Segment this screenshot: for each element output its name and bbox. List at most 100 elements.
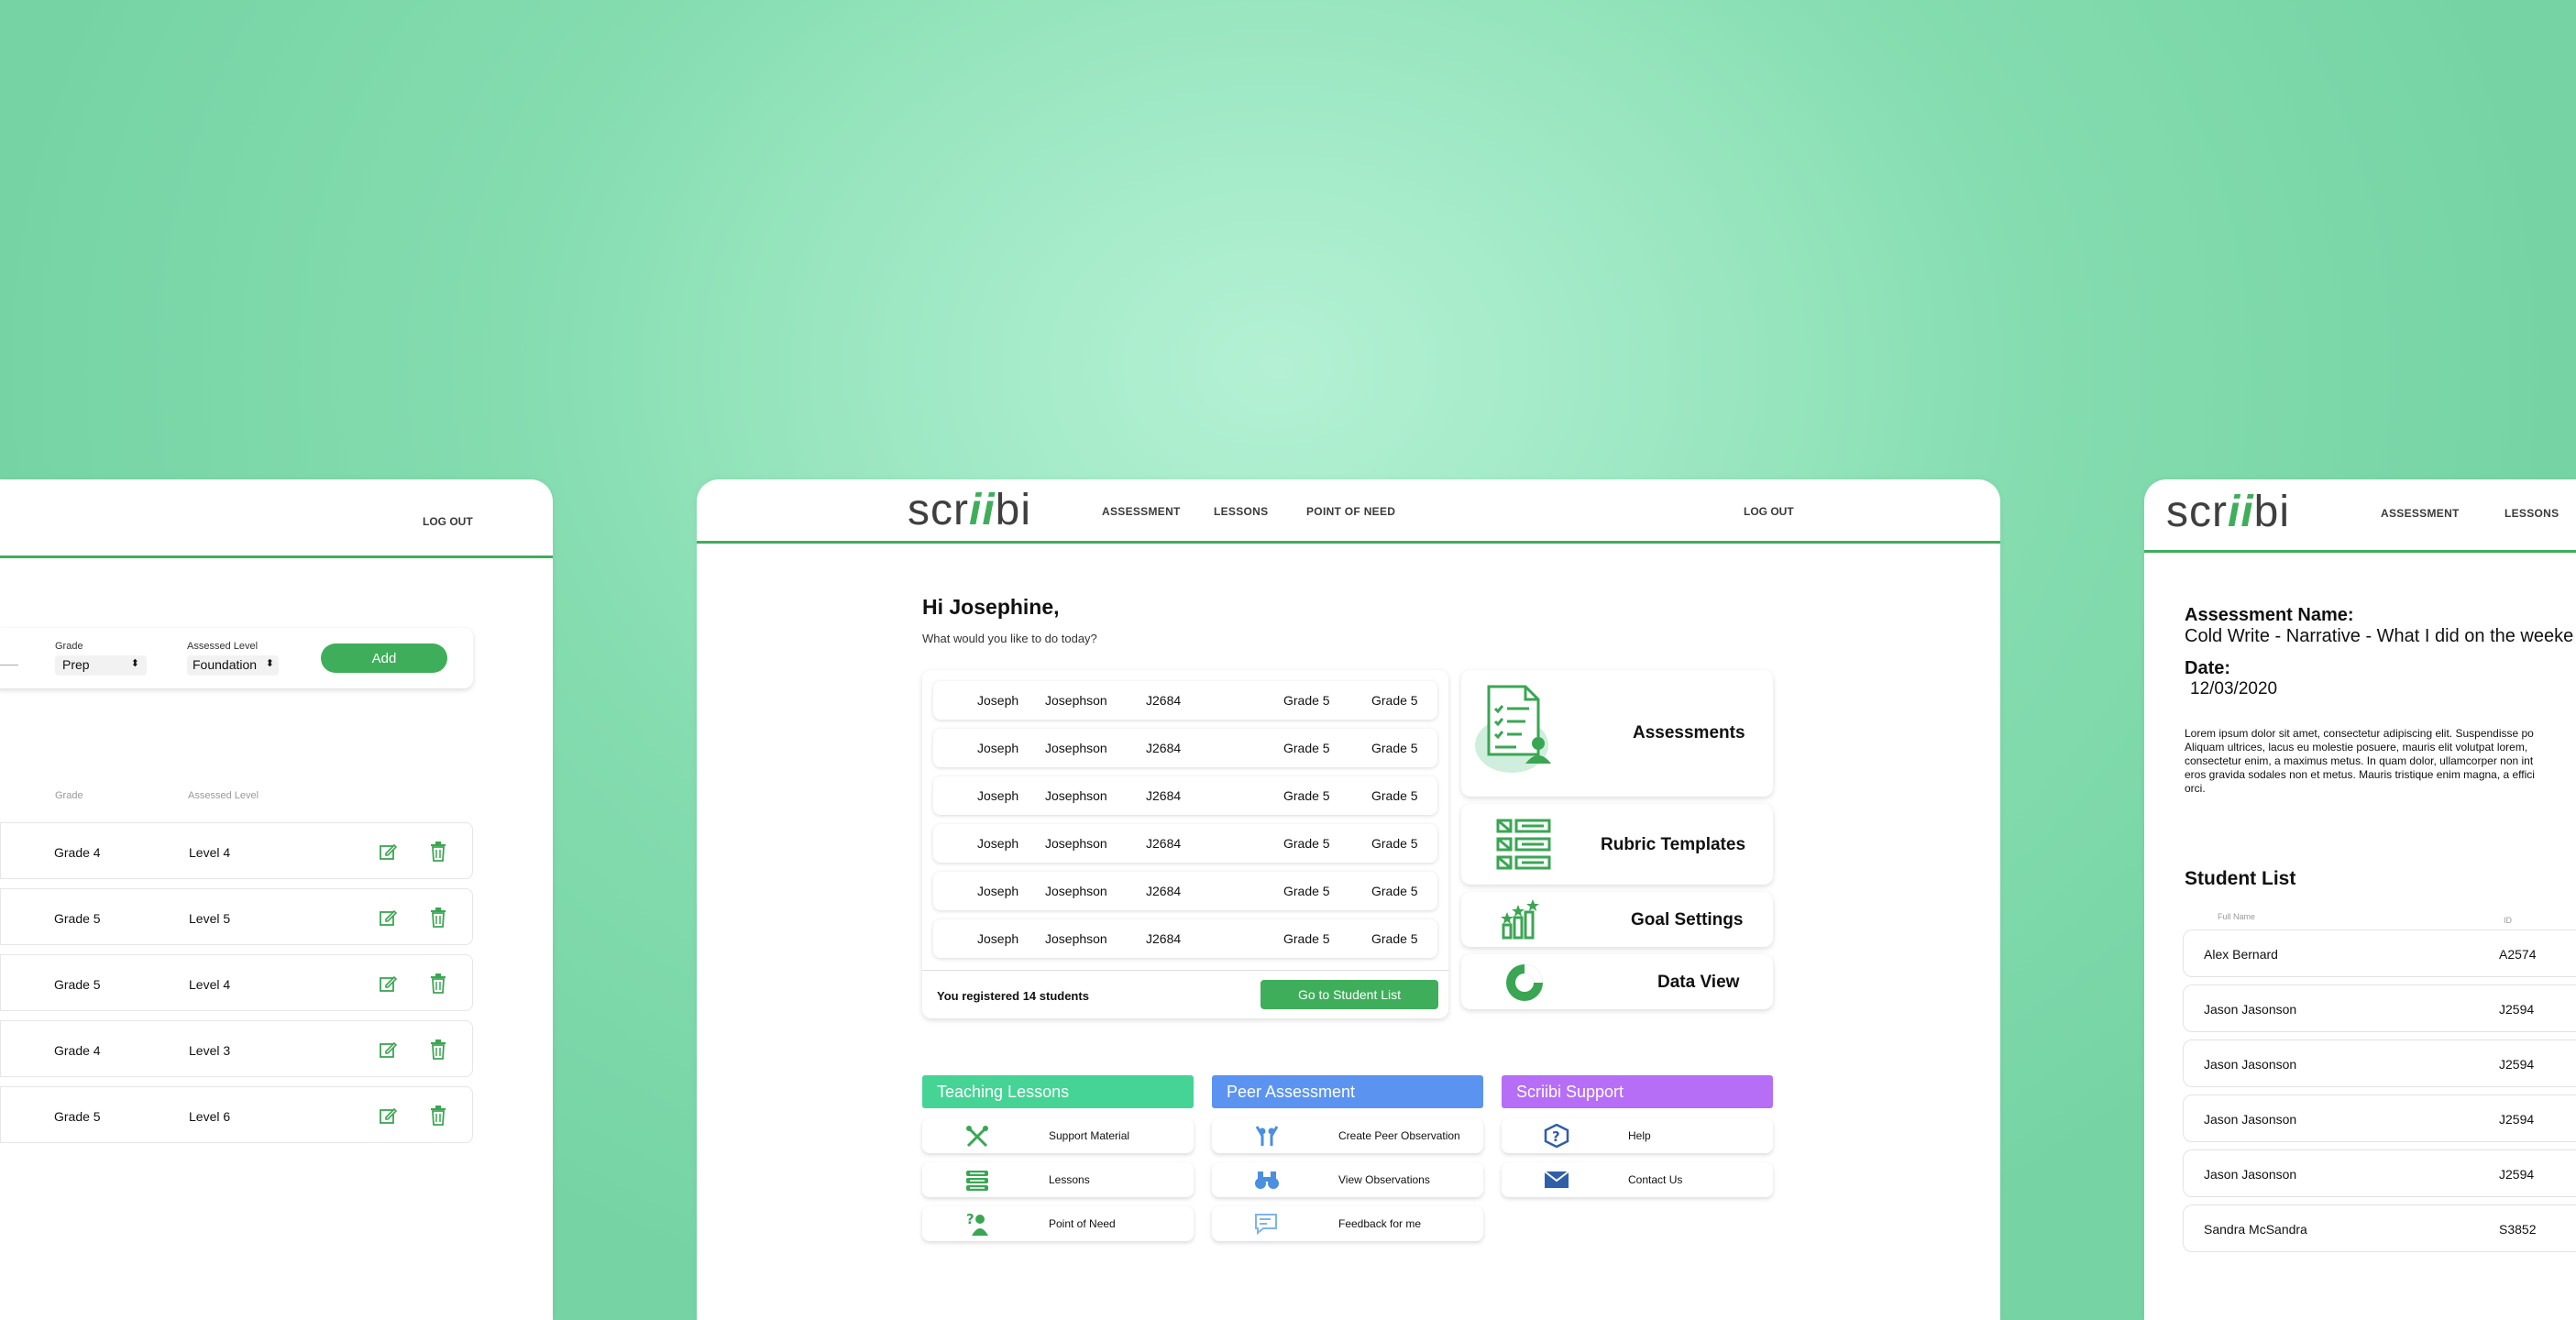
level-select[interactable]: Foundation ⬍ <box>187 655 279 676</box>
assessment-name-value: Cold Write - Narrative - What I did on t… <box>2185 626 2574 646</box>
help-item[interactable]: ? Help <box>1502 1118 1773 1153</box>
student-first: Joseph <box>977 884 1019 898</box>
tools-icon <box>966 1126 988 1148</box>
student-last: Josephson <box>1045 836 1107 851</box>
student-row[interactable]: Jason Jasonson J2594 <box>2183 1150 2576 1197</box>
student-first: Joseph <box>977 931 1019 946</box>
student-last: Josephson <box>1045 884 1107 898</box>
student-row[interactable]: Joseph Josephson J2684 Grade 5 Grade 5 <box>933 729 1437 767</box>
create-peer-observation-item[interactable]: Create Peer Observation <box>1212 1118 1483 1153</box>
feedback-for-me-item[interactable]: Feedback for me <box>1212 1206 1483 1241</box>
student-grade: Grade 5 <box>1283 836 1330 851</box>
edit-icon[interactable] <box>379 1106 397 1125</box>
view-observations-item[interactable]: View Observations <box>1212 1162 1483 1197</box>
student-row[interactable]: Jason Jasonson J2594 <box>2183 984 2576 1032</box>
row-level: Level 4 <box>189 845 231 860</box>
books-icon <box>966 1171 988 1191</box>
lessons-item[interactable]: Lessons <box>922 1162 1194 1197</box>
left-window: LOG OUT Grade Prep ⬍ Assessed Level Foun… <box>0 479 553 1320</box>
student-grade: Grade 5 <box>1283 741 1330 755</box>
student-id: J2594 <box>2499 1112 2535 1127</box>
support-material-item[interactable]: Support Material <box>922 1118 1194 1153</box>
row-grade: Grade 5 <box>54 1109 101 1124</box>
row-level: Level 6 <box>189 1109 231 1124</box>
grade-column-header: Grade <box>55 790 83 801</box>
add-button[interactable]: Add <box>321 644 447 673</box>
student-last: Josephson <box>1045 788 1107 803</box>
delete-trash-icon[interactable] <box>430 974 446 994</box>
assessments-tile[interactable]: Assessments <box>1461 670 1773 797</box>
student-id: J2594 <box>2499 1167 2535 1182</box>
table-row: Grade 5 Level 5 <box>0 888 473 945</box>
goal-settings-label: Goal Settings <box>1631 910 1744 930</box>
description-line: orci. <box>2185 782 2206 795</box>
contact-us-item[interactable]: Contact Us <box>1502 1162 1773 1197</box>
edit-icon[interactable] <box>379 1040 397 1059</box>
student-grade: Grade 5 <box>1283 788 1330 803</box>
point-of-need-item[interactable]: ? Point of Need <box>922 1206 1194 1241</box>
nav-lessons[interactable]: LESSONS <box>1214 505 1268 518</box>
edit-icon[interactable] <box>379 842 397 861</box>
assessment-name-label: Assessment Name: <box>2185 605 2354 625</box>
delete-trash-icon[interactable] <box>430 1040 446 1060</box>
goal-settings-tile[interactable]: Goal Settings <box>1461 892 1773 947</box>
add-student-form: Grade Prep ⬍ Assessed Level Foundation ⬍… <box>0 628 473 688</box>
nav-point-of-need[interactable]: POINT OF NEED <box>1306 505 1395 518</box>
rubric-grid-icon <box>1496 819 1551 870</box>
dashboard-topbar: scriibi ASSESSMENT LESSONS POINT OF NEED… <box>697 479 2000 544</box>
divider <box>922 970 1448 971</box>
data-view-tile[interactable]: Data View <box>1461 954 1773 1009</box>
data-view-label: Data View <box>1657 973 1740 992</box>
student-row[interactable]: Jason Jasonson J2594 <box>2183 1040 2576 1087</box>
student-grade: Grade 5 <box>1283 931 1330 946</box>
edit-icon[interactable] <box>379 974 397 993</box>
student-row[interactable]: Joseph Josephson J2684 Grade 5 Grade 5 <box>933 872 1437 910</box>
date-label: Date: <box>2185 658 2231 678</box>
student-row[interactable]: Joseph Josephson J2684 Grade 5 Grade 5 <box>933 824 1437 863</box>
row-level: Level 5 <box>189 911 231 926</box>
student-row[interactable]: Joseph Josephson J2684 Grade 5 Grade 5 <box>933 919 1437 958</box>
student-id: J2684 <box>1146 931 1182 946</box>
row-grade: Grade 4 <box>54 1043 101 1058</box>
edit-icon[interactable] <box>379 908 397 927</box>
nav-lessons[interactable]: LESSONS <box>2504 507 2559 520</box>
student-first: Joseph <box>977 836 1019 851</box>
table-row: Grade 4 Level 3 <box>0 1020 473 1077</box>
level-column-header: Assessed Level <box>188 790 259 801</box>
right-topbar: scriibi ASSESSMENT LESSONS <box>2144 479 2576 553</box>
student-last: Josephson <box>1045 693 1107 708</box>
description-line: consectetur enim, a maximus metus. In qu… <box>2185 754 2534 767</box>
rubric-templates-tile[interactable]: Rubric Templates <box>1461 804 1773 885</box>
table-row: Grade 5 Level 6 <box>0 1086 473 1143</box>
nav-assessment[interactable]: ASSESSMENT <box>1102 505 1181 518</box>
student-id: S3852 <box>2499 1222 2537 1237</box>
delete-trash-icon[interactable] <box>430 842 446 862</box>
pie-chart-icon <box>1506 964 1543 1001</box>
student-row[interactable]: Joseph Josephson J2684 Grade 5 Grade 5 <box>933 681 1437 720</box>
student-id: J2594 <box>2499 1057 2535 1072</box>
nav-assessment[interactable]: ASSESSMENT <box>2381 507 2460 520</box>
grade-label: Grade <box>55 641 83 652</box>
student-id: J2684 <box>1146 836 1182 851</box>
go-to-student-list-button[interactable]: Go to Student List <box>1260 980 1438 1009</box>
delete-trash-icon[interactable] <box>430 1106 446 1126</box>
student-level: Grade 5 <box>1371 788 1418 803</box>
delete-trash-icon[interactable] <box>430 908 446 928</box>
student-row[interactable]: Alex Bernard A2574 <box>2183 930 2576 977</box>
student-row[interactable]: Sandra McSandra S3852 <box>2183 1204 2576 1252</box>
logout-link[interactable]: LOG OUT <box>423 515 473 528</box>
student-level: Grade 5 <box>1371 836 1418 851</box>
student-id: J2684 <box>1146 884 1182 898</box>
description-line: eros gravida sodales non et metus. Mauri… <box>2185 768 2535 781</box>
student-first: Joseph <box>977 741 1019 755</box>
scriibi-logo[interactable]: scriibi <box>908 485 1031 535</box>
student-row[interactable]: Joseph Josephson J2684 Grade 5 Grade 5 <box>933 776 1437 815</box>
rubric-templates-label: Rubric Templates <box>1601 835 1746 854</box>
student-row[interactable]: Jason Jasonson J2594 <box>2183 1094 2576 1142</box>
students-card: Joseph Josephson J2684 Grade 5 Grade 5 Joseph… <box>922 670 1448 1018</box>
logout-link[interactable]: LOG OUT <box>1744 505 1794 518</box>
grade-select[interactable]: Prep ⬍ <box>55 655 147 676</box>
envelope-icon <box>1544 1171 1569 1188</box>
people-celebrate-icon <box>1255 1126 1279 1146</box>
scriibi-logo[interactable]: scriibi <box>2166 487 2290 537</box>
